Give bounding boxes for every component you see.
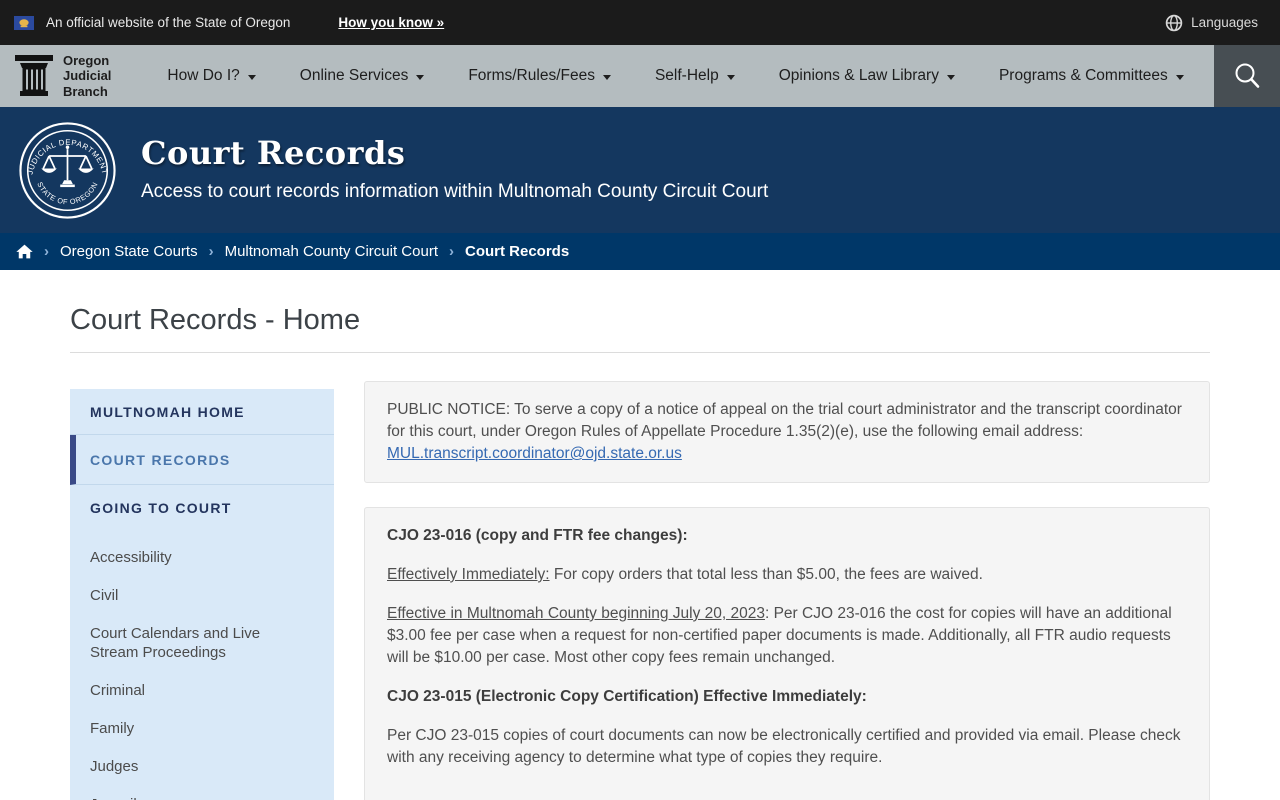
nav-item-opinions-law-library[interactable]: Opinions & Law Library [779,67,955,85]
main-content: Court Records - Home MULTNOMAH HOME COUR… [0,304,1280,800]
chevron-right-icon: › [449,243,454,260]
cjo-july-2023-paragraph: Effective in Multnomah County beginning … [387,603,1187,669]
oregon-flag-icon [14,16,34,30]
page-title: Court Records - Home [70,304,1210,337]
logo-line-3: Branch [63,84,108,99]
breadcrumb-home-link[interactable] [16,244,33,259]
effectively-immediately-text: For copy orders that total less than $5.… [550,566,983,583]
sidebar-item-going-to-court[interactable]: GOING TO COURT [70,485,334,530]
sidebar-link-civil[interactable]: Civil [70,577,334,615]
chevron-down-icon [603,75,611,80]
main-navbar: Oregon Judicial Branch How Do I? Online … [0,45,1280,107]
page-header-band: JUDICIAL DEPARTMENT STATE OF OREGON Cour… [0,107,1280,233]
breadcrumb-current: Court Records [465,243,569,260]
sidebar-link-juvenile[interactable]: Juvenile [70,786,334,800]
title-divider [70,352,1210,353]
nav-item-label: Opinions & Law Library [779,67,939,85]
state-seal: JUDICIAL DEPARTMENT STATE OF OREGON [19,122,116,219]
sidebar-link-list: Accessibility Civil Court Calendars and … [70,530,334,800]
cjo-23-016-heading: CJO 23-016 (copy and FTR fee changes): [387,525,1187,547]
nav-item-self-help[interactable]: Self-Help [655,67,735,85]
search-icon [1232,61,1262,91]
chevron-down-icon [1176,75,1184,80]
cjo-23-015-heading: CJO 23-015 (Electronic Copy Certificatio… [387,686,1187,708]
sidebar-link-court-calendars[interactable]: Court Calendars and Live Stream Proceedi… [70,615,334,673]
nav-item-label: Online Services [300,67,409,85]
sidebar-link-criminal[interactable]: Criminal [70,672,334,710]
languages-button[interactable]: Languages [1165,14,1258,32]
sidebar-item-court-records[interactable]: COURT RECORDS [70,435,334,485]
nav-item-programs-committees[interactable]: Programs & Committees [999,67,1184,85]
sidebar-nav: MULTNOMAH HOME COURT RECORDS GOING TO CO… [70,389,334,800]
effective-july-label: Effective in Multnomah County beginning … [387,605,765,622]
logo-line-2: Judicial [63,68,111,83]
breadcrumb-multnomah-county-circuit-court[interactable]: Multnomah County Circuit Court [225,243,438,260]
page-title-banner: Court Records [141,134,768,172]
nav-item-how-do-i[interactable]: How Do I? [167,67,255,85]
nav-item-forms-rules-fees[interactable]: Forms/Rules/Fees [468,67,611,85]
sidebar-link-family[interactable]: Family [70,710,334,748]
hero-text: Court Records Access to court records in… [141,134,768,203]
how-you-know-link[interactable]: How you know » [338,15,444,30]
nav-item-label: Programs & Committees [999,67,1168,85]
sidebar-link-accessibility[interactable]: Accessibility [70,539,334,577]
official-website-text: An official website of the State of Oreg… [46,15,290,30]
cjo-notice-box: CJO 23-016 (copy and FTR fee changes): E… [364,507,1210,800]
effectively-immediately-label: Effectively Immediately: [387,566,550,583]
nav-item-label: Forms/Rules/Fees [468,67,595,85]
chevron-down-icon [248,75,256,80]
cjo-effective-immediately-paragraph: Effectively Immediately: For copy orders… [387,564,1187,586]
chevron-down-icon [416,75,424,80]
page-subtitle: Access to court records information with… [141,181,768,203]
search-button[interactable] [1214,45,1280,107]
nav-menu: How Do I? Online Services Forms/Rules/Fe… [167,67,1183,85]
breadcrumb-oregon-state-courts[interactable]: Oregon State Courts [60,243,198,260]
chevron-right-icon: › [44,243,49,260]
public-notice-text: PUBLIC NOTICE: To serve a copy of a noti… [387,401,1182,440]
logo-text: Oregon Judicial Branch [63,53,111,99]
languages-label: Languages [1191,15,1258,30]
content-column: PUBLIC NOTICE: To serve a copy of a noti… [364,381,1210,800]
chevron-right-icon: › [209,243,214,260]
pillar-icon [14,53,54,99]
globe-icon [1165,14,1183,32]
chevron-down-icon [947,75,955,80]
official-banner: An official website of the State of Oreg… [0,0,1280,45]
nav-item-online-services[interactable]: Online Services [300,67,425,85]
logo-line-1: Oregon [63,53,109,68]
nav-item-label: Self-Help [655,67,719,85]
ojb-logo[interactable]: Oregon Judicial Branch [14,53,111,99]
home-icon [16,244,33,259]
breadcrumb: › Oregon State Courts › Multnomah County… [0,233,1280,270]
cjo-23-015-paragraph: Per CJO 23-015 copies of court documents… [387,725,1187,769]
public-notice-box: PUBLIC NOTICE: To serve a copy of a noti… [364,381,1210,483]
sidebar-item-multnomah-home[interactable]: MULTNOMAH HOME [70,389,334,435]
transcript-coordinator-email-link[interactable]: MUL.transcript.coordinator@ojd.state.or.… [387,445,682,462]
sidebar-link-judges[interactable]: Judges [70,748,334,786]
nav-item-label: How Do I? [167,67,239,85]
chevron-down-icon [727,75,735,80]
